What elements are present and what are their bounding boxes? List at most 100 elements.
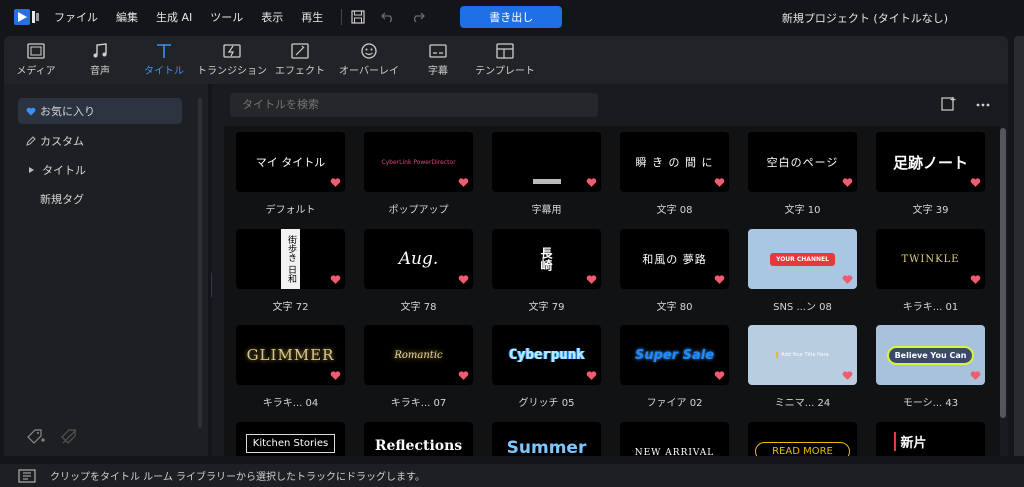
title-tile[interactable]: 新片 — [876, 422, 985, 456]
title-thumbnail[interactable]: 新片 — [876, 422, 985, 456]
title-tile[interactable]: Summer — [492, 422, 601, 456]
sidebar-item-custom[interactable]: カスタム — [18, 128, 182, 154]
title-thumbnail[interactable]: 街歩き 日和 — [236, 229, 345, 289]
sidebar-item-new-tag[interactable]: 新規タグ — [18, 186, 182, 212]
title-thumbnail[interactable]: マイ タイトル — [236, 132, 345, 192]
sidebar-item-favorites[interactable]: お気に入り — [18, 98, 182, 124]
favorite-heart-icon[interactable] — [714, 177, 725, 188]
favorite-heart-icon[interactable] — [586, 274, 597, 285]
title-thumbnail[interactable]: Super Sale — [620, 325, 729, 385]
title-tile[interactable]: 瞬 き の 間 に文字 08 — [620, 132, 729, 216]
redo-icon[interactable] — [410, 9, 426, 25]
title-thumbnail[interactable]: YOUR CHANNEL — [748, 229, 857, 289]
favorite-heart-icon[interactable] — [842, 370, 853, 381]
favorite-heart-icon[interactable] — [458, 177, 469, 188]
more-options-icon[interactable] — [976, 103, 990, 107]
thumbnail-text: Romantic — [394, 349, 443, 361]
tab-effect[interactable]: エフェクト — [268, 36, 332, 84]
save-icon[interactable] — [350, 9, 366, 25]
title-tile[interactable]: READ MORE — [748, 422, 857, 456]
favorite-heart-icon[interactable] — [842, 177, 853, 188]
thumbnail-text: TWINKLE — [901, 253, 960, 265]
title-thumbnail[interactable]: TWINKLE — [876, 229, 985, 289]
title-tile[interactable]: Believe You Can モーシ... 43 — [876, 325, 985, 409]
favorite-heart-icon[interactable] — [970, 274, 981, 285]
title-thumbnail[interactable]: CyberLink PowerDirector — [364, 132, 473, 192]
new-title-icon[interactable] — [941, 96, 957, 112]
grid-scrollbar[interactable] — [1000, 128, 1006, 418]
tab-title[interactable]: タイトル — [132, 36, 196, 84]
favorite-heart-icon[interactable] — [970, 370, 981, 381]
tab-subtitle[interactable]: 字幕 — [406, 36, 470, 84]
title-thumbnail[interactable]: Cyberpunk — [492, 325, 601, 385]
title-tile[interactable]: マイ タイトル デフォルト — [236, 132, 345, 216]
title-thumbnail[interactable]: 足跡ノート — [876, 132, 985, 192]
title-tile[interactable]: Reflections — [364, 422, 473, 456]
title-tile[interactable]: TWINKLE キラキ... 01 — [876, 229, 985, 313]
favorite-heart-icon[interactable] — [842, 274, 853, 285]
favorite-heart-icon[interactable] — [330, 177, 341, 188]
title-thumbnail[interactable] — [492, 132, 601, 192]
title-tile[interactable]: 和風の 夢路 文字 80 — [620, 229, 729, 313]
tab-overlay[interactable]: オーバーレイ — [332, 36, 406, 84]
title-thumbnail[interactable]: READ MORE — [748, 422, 857, 456]
menu-tools[interactable]: ツール — [210, 9, 243, 25]
sidebar-scrollbar[interactable] — [198, 98, 202, 428]
export-button[interactable]: 書き出し — [460, 6, 563, 28]
favorite-heart-icon[interactable] — [970, 177, 981, 188]
caret-right-icon[interactable] — [28, 166, 36, 174]
favorite-heart-icon[interactable] — [458, 370, 469, 381]
title-tile[interactable]: GLIMMER キラキ... 04 — [236, 325, 345, 409]
title-thumbnail[interactable]: Aug. — [364, 229, 473, 289]
title-thumbnail[interactable]: 和風の 夢路 — [620, 229, 729, 289]
title-thumbnail[interactable]: Kitchen Stories — [236, 422, 345, 456]
title-thumbnail[interactable]: 空白のページ — [748, 132, 857, 192]
title-tile[interactable]: 字幕用 — [492, 132, 601, 216]
favorite-heart-icon[interactable] — [586, 370, 597, 381]
add-tag-icon[interactable] — [26, 428, 46, 446]
title-thumbnail[interactable]: Romantic — [364, 325, 473, 385]
powerdirector-logo[interactable] — [14, 8, 40, 26]
menu-file[interactable]: ファイル — [54, 9, 98, 25]
title-thumbnail[interactable]: 長崎 — [492, 229, 601, 289]
title-thumbnail[interactable]: Add Your Title Here — [748, 325, 857, 385]
title-thumbnail[interactable]: 瞬 き の 間 に — [620, 132, 729, 192]
title-tile[interactable]: Kitchen Stories — [236, 422, 345, 456]
title-tile[interactable]: 長崎 文字 79 — [492, 229, 601, 313]
favorite-heart-icon[interactable] — [714, 370, 725, 381]
favorite-heart-icon[interactable] — [330, 370, 341, 381]
tab-media[interactable]: メディア — [4, 36, 68, 84]
favorite-heart-icon[interactable] — [714, 274, 725, 285]
tab-template[interactable]: テンプレート — [470, 36, 540, 84]
title-thumbnail[interactable]: Summer — [492, 422, 601, 456]
title-thumbnail[interactable]: NEW ARRIVAL — [620, 422, 729, 456]
title-tile[interactable]: NEW ARRIVAL — [620, 422, 729, 456]
title-tile[interactable]: Super Sale ファイア 02 — [620, 325, 729, 409]
favorite-heart-icon[interactable] — [458, 274, 469, 285]
menu-view[interactable]: 表示 — [261, 9, 283, 25]
title-tile[interactable]: Cyberpunk グリッチ 05 — [492, 325, 601, 409]
title-tile[interactable]: 空白のページ 文字 10 — [748, 132, 857, 216]
title-tile[interactable]: Add Your Title Here ミニマ... 24 — [748, 325, 857, 409]
title-thumbnail[interactable]: Reflections — [364, 422, 473, 456]
title-tile[interactable]: CyberLink PowerDirector ポップアップ — [364, 132, 473, 216]
tab-transition[interactable]: トランジション — [196, 36, 268, 84]
remove-tag-icon[interactable] — [60, 428, 80, 446]
title-tile[interactable]: YOUR CHANNEL SNS ...ン 08 — [748, 229, 857, 313]
title-thumbnail[interactable]: Believe You Can — [876, 325, 985, 385]
menu-generative-ai[interactable]: 生成 AI — [156, 9, 192, 25]
thumbnail-text: NEW ARRIVAL — [634, 448, 715, 456]
title-tile[interactable]: 街歩き 日和 文字 72 — [236, 229, 345, 313]
favorite-heart-icon[interactable] — [586, 177, 597, 188]
title-tile[interactable]: Aug. 文字 78 — [364, 229, 473, 313]
title-thumbnail[interactable]: GLIMMER — [236, 325, 345, 385]
undo-icon[interactable] — [380, 9, 396, 25]
menu-edit[interactable]: 編集 — [116, 9, 138, 25]
title-tile[interactable]: Romantic キラキ... 07 — [364, 325, 473, 409]
title-tile[interactable]: 足跡ノート 文字 39 — [876, 132, 985, 216]
search-input[interactable] — [230, 93, 598, 117]
favorite-heart-icon[interactable] — [330, 274, 341, 285]
tab-audio[interactable]: 音声 — [68, 36, 132, 84]
sidebar-item-title[interactable]: タイトル — [18, 157, 182, 183]
menu-play[interactable]: 再生 — [301, 9, 323, 25]
